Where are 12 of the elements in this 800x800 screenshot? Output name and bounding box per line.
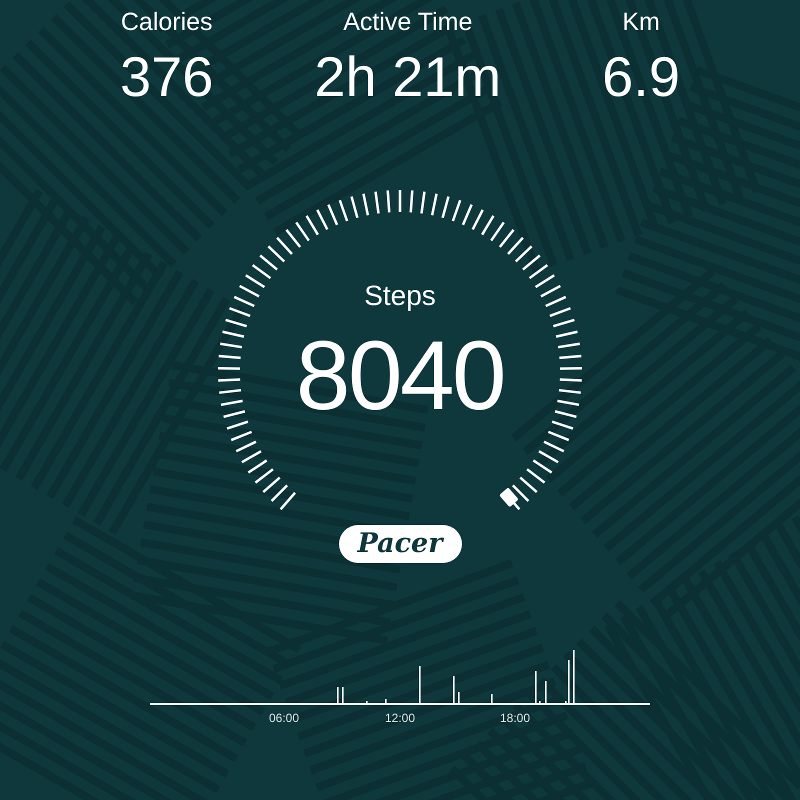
axis-label: 06:00 <box>268 710 300 727</box>
brand-logo: Pacer <box>338 525 462 563</box>
stat-value: 2h 21m <box>314 49 502 105</box>
stat-value: 376 <box>120 49 214 105</box>
stat-value: 6.9 <box>602 49 680 105</box>
stat-label: Km <box>622 10 660 35</box>
stat-label: Calories <box>120 10 213 35</box>
axis-label: 18:00 <box>500 710 530 727</box>
steps-label: Steps <box>364 282 436 310</box>
steps-count: 8040 <box>296 326 504 424</box>
stat-label: Active Time <box>343 10 472 35</box>
axis-label: 12:00 <box>384 710 416 727</box>
